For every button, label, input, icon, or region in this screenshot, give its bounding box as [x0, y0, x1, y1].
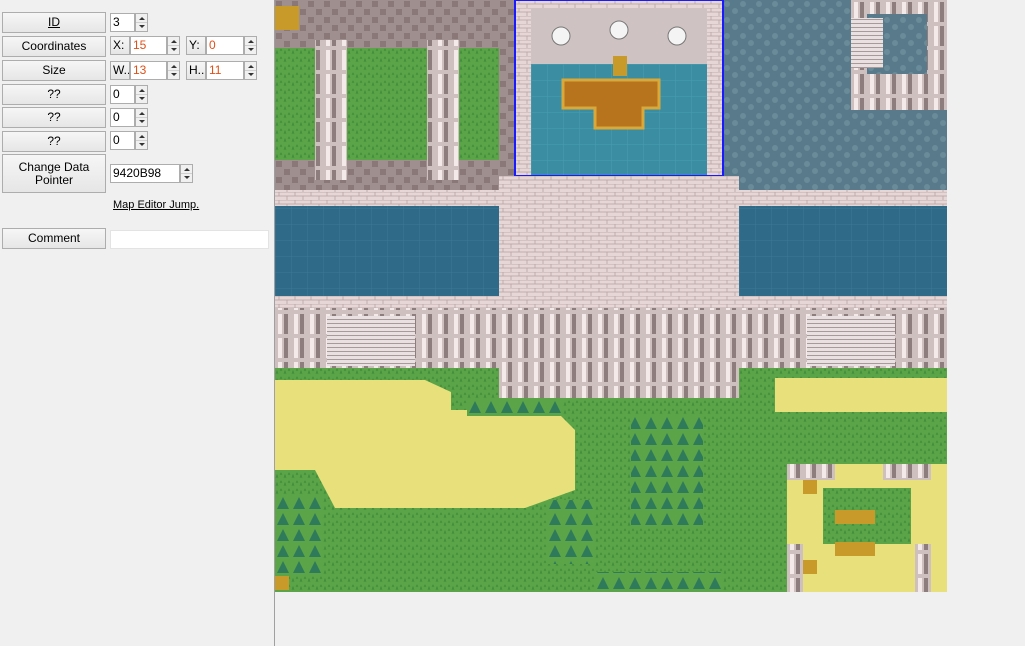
unknown3-spinner[interactable]	[135, 131, 148, 150]
change-data-pointer-button[interactable]: Change Data Pointer	[2, 154, 106, 193]
unknown3-label-button[interactable]: ??	[2, 131, 106, 152]
map-editor-jump-link[interactable]: Map Editor Jump.	[113, 199, 199, 211]
size-label-button[interactable]: Size	[2, 60, 106, 81]
w-spinner[interactable]	[167, 61, 180, 80]
w-input[interactable]: 13	[130, 61, 167, 80]
unknown1-input[interactable]: 0	[110, 85, 135, 104]
unknown2-label-button[interactable]: ??	[2, 107, 106, 128]
spin-down-icon[interactable]	[245, 45, 256, 53]
comment-label-button[interactable]: Comment	[2, 228, 106, 249]
unknown1-spinner[interactable]	[135, 85, 148, 104]
spin-down-icon[interactable]	[136, 94, 147, 102]
canvas-margin-bottom	[275, 592, 947, 646]
pointer-spinner[interactable]	[180, 164, 193, 183]
unknown2-spinner[interactable]	[135, 108, 148, 127]
map-canvas[interactable]	[275, 0, 947, 592]
unknown2-input[interactable]: 0	[110, 108, 135, 127]
unknown1-label-button[interactable]: ??	[2, 84, 106, 105]
comment-input[interactable]	[110, 230, 269, 249]
unknown3-input[interactable]: 0	[110, 131, 135, 150]
properties-panel: ID 3 Coordinates X: 15 Y: 0 Size W... 13…	[0, 0, 275, 646]
spin-down-icon[interactable]	[136, 140, 147, 148]
spin-down-icon[interactable]	[168, 45, 179, 53]
coordinates-label-button[interactable]: Coordinates	[2, 36, 106, 57]
spin-down-icon[interactable]	[168, 70, 179, 78]
y-spinner[interactable]	[244, 36, 257, 55]
w-label: W...	[110, 61, 130, 80]
h-label: H...	[186, 61, 206, 80]
id-spinner[interactable]	[135, 13, 148, 32]
spin-down-icon[interactable]	[245, 70, 256, 78]
spin-down-icon[interactable]	[181, 173, 192, 181]
x-input[interactable]: 15	[130, 36, 167, 55]
y-input[interactable]: 0	[206, 36, 244, 55]
x-label: X:	[110, 36, 130, 55]
pointer-input[interactable]: 9420B98	[110, 164, 180, 183]
spin-down-icon[interactable]	[136, 117, 147, 125]
x-spinner[interactable]	[167, 36, 180, 55]
y-label: Y:	[186, 36, 206, 55]
map-tiles	[275, 0, 947, 592]
h-input[interactable]: 11	[206, 61, 244, 80]
id-input[interactable]: 3	[110, 13, 135, 32]
spin-down-icon[interactable]	[136, 22, 147, 30]
h-spinner[interactable]	[244, 61, 257, 80]
id-label-button[interactable]: ID	[2, 12, 106, 33]
canvas-margin-right	[947, 0, 1025, 646]
